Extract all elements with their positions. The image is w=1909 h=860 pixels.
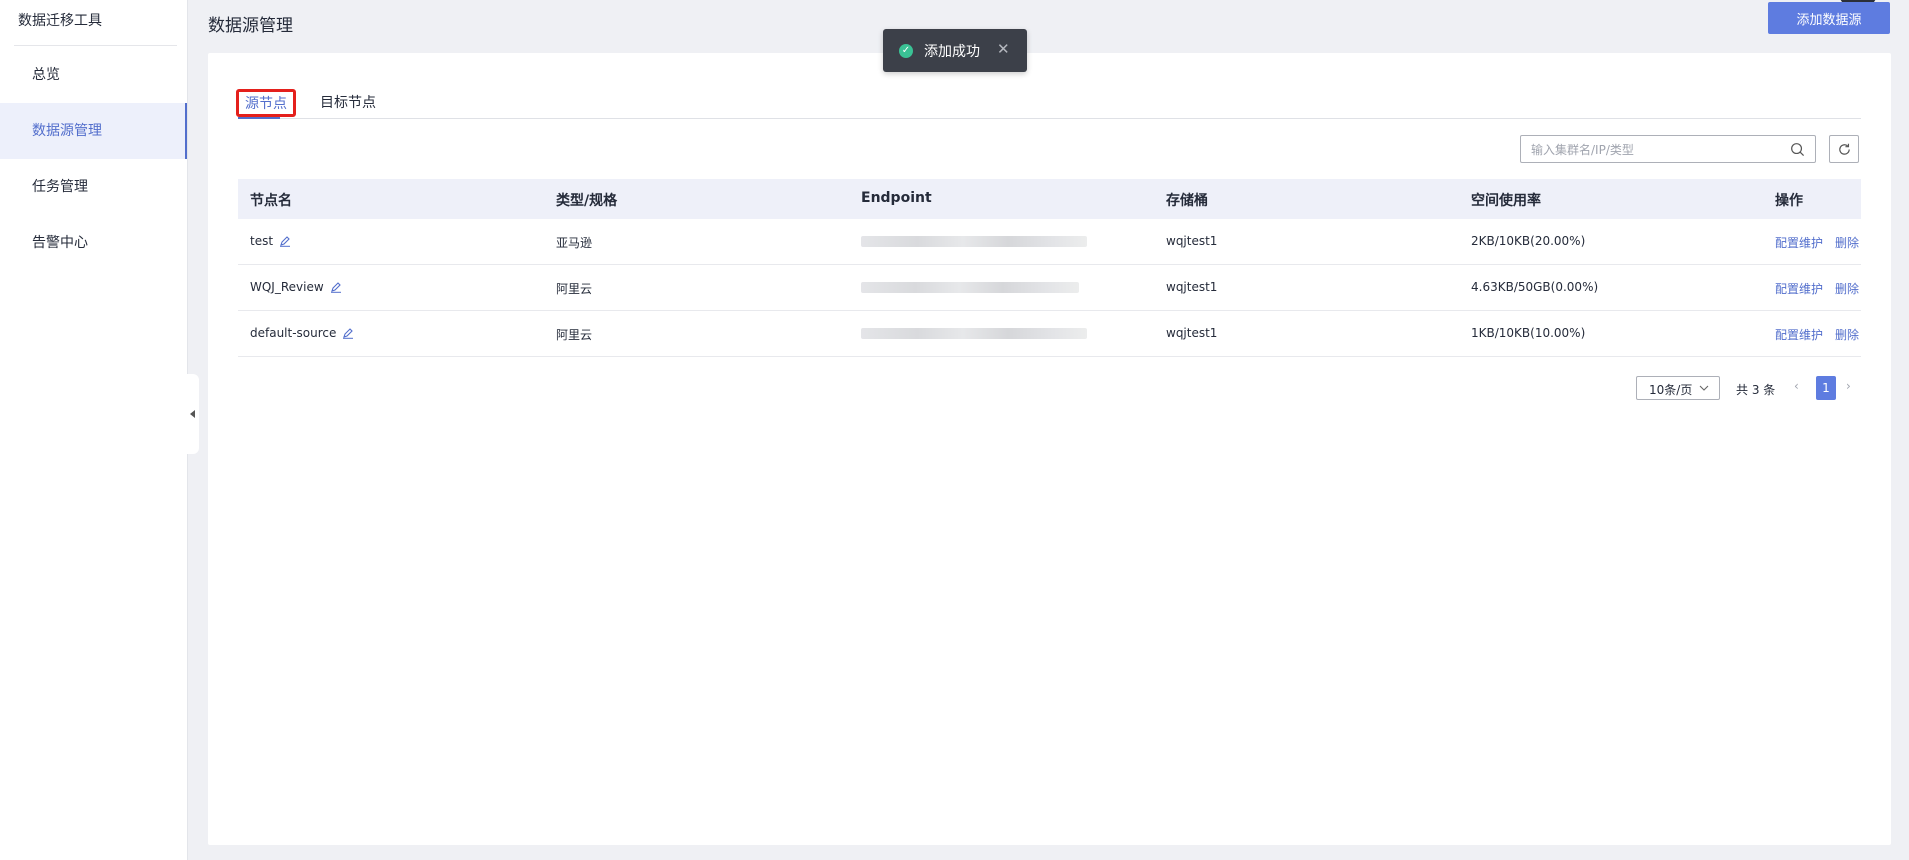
success-toast: ✓ 添加成功 ✕: [883, 29, 1027, 72]
page-size-select[interactable]: 10条/页: [1636, 376, 1720, 400]
delete-link[interactable]: 删除: [1835, 282, 1859, 296]
edit-icon[interactable]: [279, 235, 291, 247]
usage-cell: 2KB/10KB(20.00%): [1471, 234, 1586, 248]
column-header-actions: 操作: [1775, 193, 1803, 209]
node-name-cell: test: [250, 234, 291, 248]
table-row: WQJ_Review 阿里云 wqjtest1 4.63KB/50GB(0.00…: [238, 265, 1861, 311]
usage-cell: 4.63KB/50GB(0.00%): [1471, 280, 1599, 294]
success-check-icon: ✓: [899, 44, 913, 58]
tab-source-nodes[interactable]: 源节点: [236, 89, 296, 117]
refresh-icon: [1839, 143, 1850, 155]
type-cell: 阿里云: [556, 282, 593, 296]
edit-icon[interactable]: [342, 327, 354, 339]
page-title: 数据源管理: [208, 16, 293, 36]
sidebar-item-datasource[interactable]: 数据源管理: [0, 103, 187, 159]
table-row: test 亚马逊 wqjtest1 2KB/10KB(20.00%) 配置维护删…: [238, 219, 1861, 265]
actions-cell: 配置维护 删除: [1775, 280, 1871, 297]
app-title: 数据迁移工具: [18, 13, 102, 29]
total-count: 共 3 条: [1736, 383, 1776, 397]
bucket-cell: wqjtest1: [1166, 280, 1218, 294]
prev-page-icon[interactable]: ‹: [1794, 379, 1799, 393]
sidebar-nav: 总览 数据源管理 任务管理 告警中心: [0, 47, 187, 271]
datasource-table: 节点名 类型/规格 Endpoint 存储桶 空间使用率 操作 test 亚马逊…: [238, 179, 1861, 357]
sidebar-item-tasks[interactable]: 任务管理: [0, 159, 187, 215]
table-row: default-source 阿里云 wqjtest1 1KB/10KB(10.…: [238, 311, 1861, 357]
sidebar-item-overview[interactable]: 总览: [0, 47, 187, 103]
sidebar-item-alerts[interactable]: 告警中心: [0, 215, 187, 271]
endpoint-redacted: [861, 328, 1087, 339]
main-card: 源节点 目标节点 节点名 类型/规格 Endpoint 存储桶 空间使用率 操作…: [208, 53, 1891, 845]
next-page-icon[interactable]: ›: [1846, 379, 1851, 393]
table-header: 节点名 类型/规格 Endpoint 存储桶 空间使用率 操作: [238, 179, 1861, 219]
delete-link[interactable]: 删除: [1835, 328, 1859, 342]
column-header-type: 类型/规格: [556, 193, 618, 209]
toast-message: 添加成功: [924, 44, 980, 60]
search-box: [1520, 135, 1816, 163]
bucket-cell: wqjtest1: [1166, 326, 1218, 340]
bucket-cell: wqjtest1: [1166, 234, 1218, 248]
sidebar-collapse-handle[interactable]: [187, 374, 199, 454]
node-name-cell: default-source: [250, 326, 354, 340]
configure-link[interactable]: 配置维护: [1775, 236, 1823, 250]
node-name: test: [250, 234, 274, 248]
active-tab-indicator: [238, 117, 280, 119]
refresh-button[interactable]: [1829, 135, 1859, 163]
endpoint-redacted: [861, 236, 1087, 247]
page-number-current[interactable]: 1: [1816, 376, 1836, 400]
tab-source-label: 源节点: [245, 96, 287, 112]
chevron-down-icon: [1699, 385, 1709, 391]
configure-link[interactable]: 配置维护: [1775, 282, 1823, 296]
tab-target-nodes[interactable]: 目标节点: [320, 92, 376, 112]
node-tabs: 源节点 目标节点: [236, 86, 1861, 119]
type-cell: 亚马逊: [556, 236, 593, 250]
column-header-bucket: 存储桶: [1166, 193, 1208, 209]
search-input[interactable]: [1529, 140, 1783, 160]
column-header-name: 节点名: [250, 193, 292, 209]
actions-cell: 配置维护 删除: [1775, 326, 1871, 343]
search-icon[interactable]: [1790, 142, 1805, 157]
node-name: WQJ_Review: [250, 280, 324, 294]
close-icon[interactable]: ✕: [997, 40, 1010, 58]
edit-icon[interactable]: [330, 281, 342, 293]
actions-cell: 配置维护 删除: [1775, 234, 1871, 251]
pagination: 10条/页 共 3 条 ‹ 1 ›: [208, 376, 1891, 402]
column-header-usage: 空间使用率: [1471, 193, 1541, 209]
sidebar: 数据迁移工具 总览 数据源管理 任务管理 告警中心: [0, 0, 188, 860]
configure-link[interactable]: 配置维护: [1775, 328, 1823, 342]
usage-cell: 1KB/10KB(10.00%): [1471, 326, 1586, 340]
type-cell: 阿里云: [556, 328, 593, 342]
column-header-endpoint: Endpoint: [861, 190, 932, 206]
page-size-value: 10条/页: [1649, 383, 1693, 397]
delete-link[interactable]: 删除: [1835, 236, 1859, 250]
sidebar-divider: [14, 45, 177, 46]
node-name-cell: WQJ_Review: [250, 280, 342, 294]
endpoint-redacted: [861, 282, 1079, 293]
add-datasource-button[interactable]: 添加数据源: [1768, 2, 1890, 34]
node-name: default-source: [250, 326, 337, 340]
